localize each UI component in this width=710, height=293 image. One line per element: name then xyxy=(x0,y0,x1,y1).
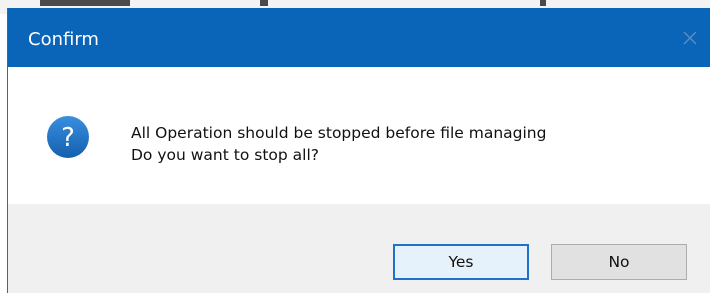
confirm-dialog: Confirm ? All Operation should be stoppe… xyxy=(7,8,710,293)
background-text-fragment xyxy=(40,0,130,6)
no-button[interactable]: No xyxy=(551,244,687,280)
message-line: Do you want to stop all? xyxy=(131,146,319,164)
svg-text:?: ? xyxy=(61,123,75,153)
dialog-title: Confirm xyxy=(28,29,99,50)
dialog-message: All Operation should be stopped before f… xyxy=(131,122,546,166)
dialog-button-bar: Yes No xyxy=(8,204,710,293)
close-button[interactable] xyxy=(670,20,710,56)
dialog-titlebar[interactable]: Confirm xyxy=(8,8,710,67)
yes-button[interactable]: Yes xyxy=(393,244,529,280)
background-text-fragment xyxy=(540,0,546,6)
background-text-fragment xyxy=(260,0,268,6)
question-icon: ? xyxy=(47,116,89,158)
dialog-content: ? All Operation should be stopped before… xyxy=(8,67,710,204)
message-line: All Operation should be stopped before f… xyxy=(131,124,547,142)
close-icon xyxy=(683,31,697,45)
